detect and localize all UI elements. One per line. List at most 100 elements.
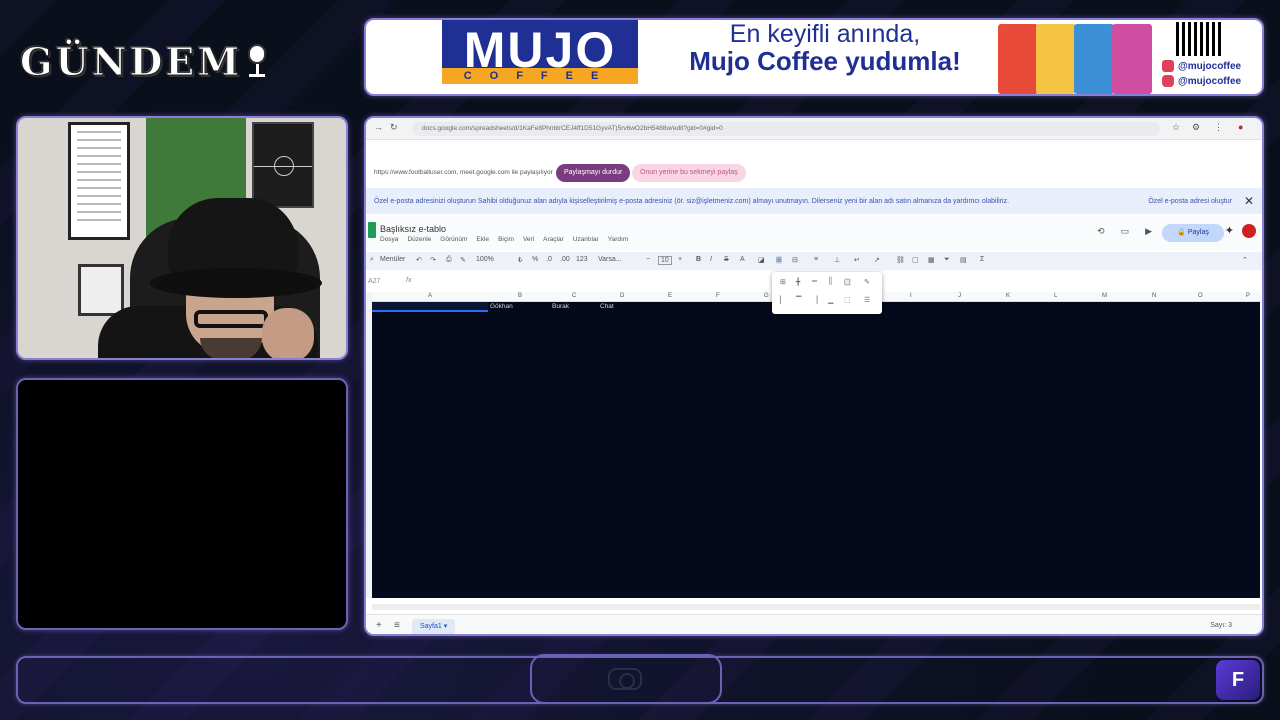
- bold-icon[interactable]: B: [696, 256, 701, 263]
- col-header[interactable]: N: [1152, 293, 1156, 299]
- create-email-link[interactable]: Özel e-posta adresi oluştur: [1148, 198, 1232, 205]
- col-header[interactable]: C: [572, 293, 576, 299]
- undo-icon[interactable]: ↶: [416, 256, 422, 264]
- extensions-icon[interactable]: ⚙: [1192, 122, 1200, 133]
- menu-tools[interactable]: Araçlar: [543, 236, 564, 243]
- text-wrap-icon[interactable]: ↵: [854, 256, 860, 264]
- vertical-align-icon[interactable]: ⊥: [834, 256, 840, 264]
- cell[interactable]: Gökhan: [490, 303, 513, 310]
- col-header[interactable]: A: [428, 293, 432, 299]
- history-icon[interactable]: ⟲: [1097, 226, 1105, 237]
- text-color-icon[interactable]: A: [740, 256, 745, 263]
- meet-icon[interactable]: ▶: [1145, 226, 1152, 237]
- merge-cells-icon[interactable]: ⊟: [792, 256, 798, 264]
- menus-search[interactable]: Menüler: [380, 256, 405, 263]
- filter-views-icon[interactable]: ▤: [960, 256, 967, 264]
- all-borders-icon[interactable]: ⊞: [780, 278, 786, 286]
- functions-icon[interactable]: Σ: [980, 256, 984, 263]
- decrease-font-icon[interactable]: −: [646, 256, 650, 263]
- left-border-icon[interactable]: ▏: [780, 296, 785, 304]
- menu-data[interactable]: Veri: [523, 236, 534, 243]
- fill-color-icon[interactable]: ◪: [758, 256, 765, 264]
- share-button[interactable]: 🔒 Paylaş: [1162, 224, 1224, 242]
- selected-cell[interactable]: [372, 302, 488, 312]
- cell[interactable]: Chat: [600, 303, 614, 310]
- search-menus-icon[interactable]: ⌕: [370, 256, 374, 264]
- outer-borders-icon[interactable]: ▢: [844, 278, 851, 286]
- sheet-grid[interactable]: Gökhan Burak Chat: [372, 302, 1260, 598]
- col-header[interactable]: K: [1006, 293, 1010, 299]
- sheet-tab[interactable]: Sayfa1 ▾: [412, 619, 456, 634]
- name-box[interactable]: A27: [368, 278, 380, 285]
- menu-insert[interactable]: Ekle: [476, 236, 489, 243]
- document-title[interactable]: Başlıksız e-tablo: [380, 224, 446, 234]
- avatar[interactable]: [1242, 224, 1256, 238]
- zoom-select[interactable]: 100%: [476, 256, 494, 263]
- col-header[interactable]: B: [518, 293, 522, 299]
- star-icon[interactable]: ☆: [1172, 122, 1180, 133]
- clear-borders-icon[interactable]: ⬚: [844, 296, 851, 304]
- col-header[interactable]: J: [958, 293, 961, 299]
- col-header[interactable]: L: [1054, 293, 1057, 299]
- filter-icon[interactable]: ⏷: [944, 256, 950, 264]
- increase-font-icon[interactable]: +: [678, 256, 682, 263]
- inner-borders-icon[interactable]: ╋: [796, 278, 800, 286]
- percent-format-button[interactable]: %: [532, 256, 538, 263]
- menu-view[interactable]: Görünüm: [440, 236, 467, 243]
- col-header[interactable]: E: [668, 293, 672, 299]
- col-header[interactable]: M: [1102, 293, 1107, 299]
- decrease-decimal-button[interactable]: .0: [546, 256, 552, 263]
- horizontal-scrollbar[interactable]: [372, 604, 1260, 610]
- align-icon[interactable]: ≡: [814, 256, 818, 263]
- add-sheet-icon[interactable]: +: [376, 620, 382, 631]
- border-style-icon[interactable]: ☰: [864, 296, 870, 304]
- chart-icon[interactable]: ▦: [928, 256, 935, 264]
- text-rotation-icon[interactable]: ↗: [874, 256, 880, 264]
- redo-icon[interactable]: ↷: [430, 256, 436, 264]
- share-this-tab-button[interactable]: Onun yerine bu sekmeyi paylaş: [632, 164, 746, 182]
- horizontal-borders-icon[interactable]: ═: [812, 278, 817, 285]
- vertical-borders-icon[interactable]: ║: [828, 278, 833, 285]
- border-color-icon[interactable]: ✎: [864, 278, 870, 286]
- paint-format-icon[interactable]: ✎: [460, 256, 466, 264]
- currency-format-button[interactable]: ₺: [518, 256, 522, 264]
- increase-decimal-button[interactable]: .00: [560, 256, 570, 263]
- col-header[interactable]: P: [1246, 293, 1250, 299]
- menu-format[interactable]: Biçim: [498, 236, 514, 243]
- col-header[interactable]: O: [1198, 293, 1203, 299]
- menu-edit[interactable]: Düzenle: [407, 236, 431, 243]
- col-header[interactable]: F: [716, 293, 720, 299]
- facebook-icon: [1162, 60, 1174, 72]
- menu-help[interactable]: Yardım: [608, 236, 628, 243]
- col-header[interactable]: G: [764, 293, 769, 299]
- reload-icon[interactable]: ↻: [390, 122, 398, 133]
- menu-icon[interactable]: ⋮: [1214, 122, 1223, 133]
- font-select[interactable]: Varsa...: [598, 256, 622, 263]
- italic-icon[interactable]: I: [710, 256, 712, 263]
- gemini-icon[interactable]: ✦: [1225, 224, 1234, 237]
- close-icon[interactable]: ✕: [1244, 194, 1254, 208]
- all-sheets-icon[interactable]: ≡: [394, 620, 400, 631]
- strikethrough-icon[interactable]: S: [724, 256, 729, 263]
- menu-extensions[interactable]: Uzantılar: [573, 236, 599, 243]
- address-bar[interactable]: docs.google.com/spreadsheets/d/1KaFe8Phn…: [412, 122, 1160, 136]
- right-border-icon[interactable]: ▕: [812, 296, 817, 304]
- col-header[interactable]: I: [910, 293, 912, 299]
- borders-icon[interactable]: ⊞: [776, 256, 782, 264]
- cell[interactable]: Burak: [552, 303, 569, 310]
- comment-add-icon[interactable]: ▢: [912, 256, 919, 264]
- col-header[interactable]: D: [620, 293, 624, 299]
- more-formats-button[interactable]: 123: [576, 256, 588, 263]
- comment-icon[interactable]: ▭: [1121, 226, 1130, 237]
- print-icon[interactable]: ⎙: [446, 256, 452, 264]
- bottom-border-icon[interactable]: ▁: [828, 296, 833, 304]
- menu-file[interactable]: Dosya: [380, 236, 398, 243]
- forward-icon[interactable]: →: [374, 122, 383, 132]
- top-border-icon[interactable]: ▔: [796, 296, 801, 304]
- profile-icon[interactable]: ●: [1238, 122, 1243, 132]
- wall-shelf: [78, 264, 124, 316]
- stop-sharing-button[interactable]: Paylaşmayı durdur: [556, 164, 631, 182]
- font-size-input[interactable]: 10: [658, 256, 672, 265]
- link-icon[interactable]: ⛓: [896, 256, 905, 264]
- collapse-toolbar-icon[interactable]: ⌃: [1242, 256, 1248, 264]
